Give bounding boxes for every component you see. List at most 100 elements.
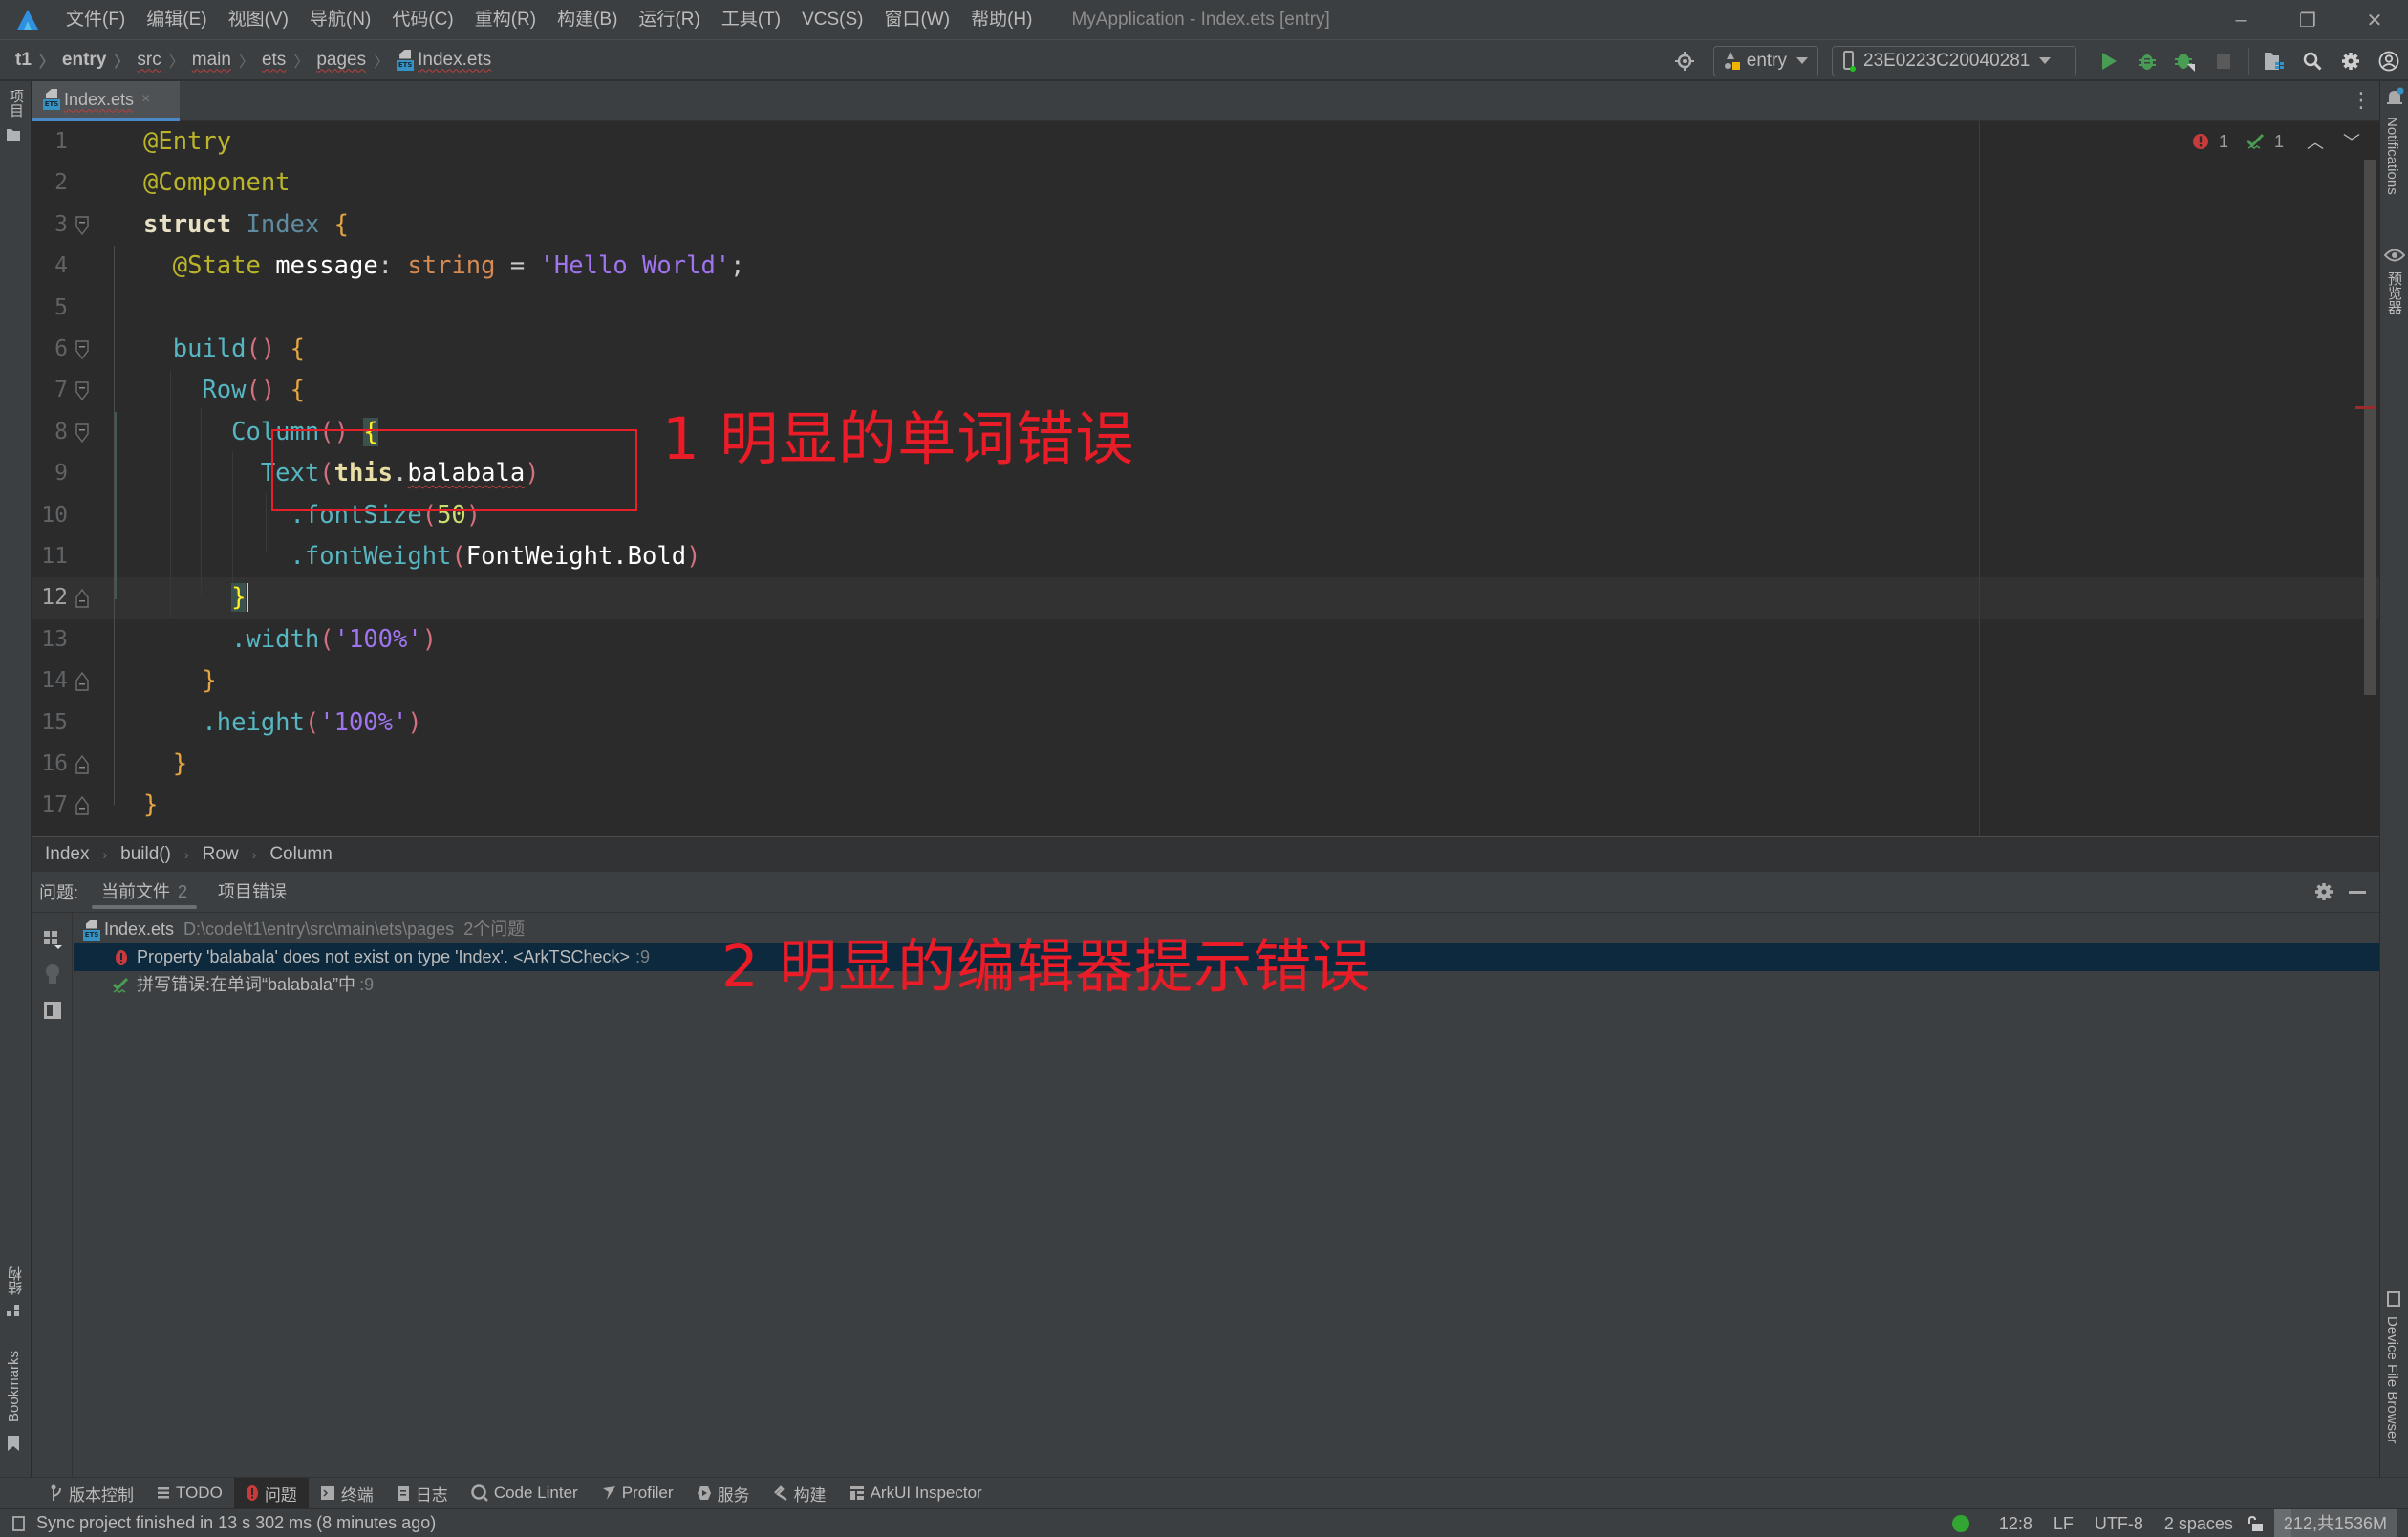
preview-toggle-icon[interactable] — [43, 1001, 62, 1020]
tool-window-problems[interactable]: 问题 — [233, 1477, 309, 1509]
fold-end-icon[interactable] — [75, 671, 90, 692]
code-line[interactable]: } — [143, 660, 216, 702]
device-selector[interactable]: 23E0223C20040281 — [1832, 45, 2076, 76]
code-line[interactable]: @Component — [143, 162, 290, 204]
tool-window-terminal[interactable]: 终端 — [309, 1478, 385, 1509]
inspection-widget[interactable]: 1 1 ︿ ﹀ — [2192, 129, 2360, 154]
breadcrumb-item[interactable]: t1 〉 — [15, 49, 62, 72]
fold-collapse-icon[interactable] — [75, 422, 90, 444]
account-button[interactable] — [2370, 40, 2408, 81]
indent-setting[interactable]: 2 spaces — [2154, 1514, 2244, 1534]
menu-tools[interactable]: 工具(T) — [711, 0, 791, 40]
editor-tab-index-ets[interactable]: ETS Index.ets × — [32, 81, 180, 121]
tool-window-log[interactable]: 日志 — [385, 1478, 460, 1509]
breadcrumb-item[interactable]: pages 〉 — [316, 49, 397, 72]
fold-end-icon[interactable] — [75, 795, 90, 816]
structure-crumb[interactable]: Row — [203, 844, 239, 865]
notifications-tool-button[interactable]: Notifications — [2384, 87, 2405, 195]
structure-crumb[interactable]: build() — [120, 844, 171, 865]
quick-fix-bulb-icon[interactable] — [43, 963, 62, 987]
tool-window-profiler[interactable]: Profiler — [590, 1478, 685, 1509]
problems-settings-icon[interactable] — [2314, 882, 2333, 906]
menu-vcs[interactable]: VCS(S) — [791, 0, 873, 40]
project-structure-button[interactable] — [2255, 40, 2293, 81]
code-line[interactable]: Row() { — [143, 370, 305, 411]
tool-window-code-linter[interactable]: Code Linter — [460, 1478, 590, 1509]
close-tab-icon[interactable]: × — [141, 91, 150, 108]
menu-build[interactable]: 构建(B) — [547, 0, 628, 40]
file-encoding[interactable]: UTF-8 — [2084, 1514, 2154, 1534]
previewer-tool-button[interactable]: 预览器 — [2383, 248, 2408, 314]
tab-current-file[interactable]: 当前文件 2 — [92, 872, 198, 913]
more-options-icon[interactable]: ⋮ — [2351, 87, 2372, 114]
search-button[interactable] — [2293, 40, 2332, 81]
fold-end-icon[interactable] — [75, 588, 90, 609]
code-line[interactable]: @State message: string = 'Hello World'; — [143, 246, 745, 287]
structure-crumb[interactable]: Column — [269, 844, 332, 865]
code-line[interactable]: } — [143, 744, 187, 785]
fold-collapse-icon[interactable] — [75, 380, 90, 401]
memory-indicator[interactable]: 212,共1536M — [2273, 1509, 2397, 1537]
connection-status-indicator[interactable] — [1951, 1515, 1969, 1532]
tool-window-todo[interactable]: TODO — [145, 1478, 234, 1509]
bookmarks-tool-button[interactable]: Bookmarks — [6, 1351, 22, 1452]
caret-position[interactable]: 12:8 — [1989, 1514, 2043, 1534]
fold-end-icon[interactable] — [75, 754, 90, 775]
code-line[interactable]: .fontWeight(FontWeight.Bold) — [143, 536, 701, 577]
tool-window-services[interactable]: 服务 — [685, 1478, 762, 1509]
line-separator[interactable]: LF — [2043, 1514, 2084, 1534]
breadcrumb-item[interactable]: entry 〉 — [62, 49, 137, 72]
breadcrumb-item[interactable]: main 〉 — [192, 49, 262, 72]
breadcrumb-item[interactable]: src 〉 — [137, 49, 191, 72]
menu-navigate[interactable]: 导航(N) — [299, 0, 381, 40]
breadcrumb-item[interactable]: ets 〉 — [262, 49, 316, 72]
status-message[interactable]: Sync project finished in 13 s 302 ms (8 … — [36, 1513, 436, 1533]
module-selector[interactable]: entry — [1712, 45, 1818, 76]
menu-help[interactable]: 帮助(H) — [960, 0, 1043, 40]
code-line[interactable]: } — [143, 577, 247, 618]
fold-collapse-icon[interactable] — [75, 215, 90, 236]
stop-button[interactable] — [2204, 40, 2243, 81]
menu-window[interactable]: 窗口(W) — [873, 0, 960, 40]
tool-window-vcs[interactable]: 版本控制 — [38, 1478, 145, 1509]
read-only-lock-icon[interactable] — [2247, 1515, 2265, 1532]
code-line[interactable]: } — [143, 785, 158, 826]
structure-crumb[interactable]: Index — [45, 844, 89, 865]
code-line[interactable]: .width('100%') — [143, 619, 437, 660]
tab-project-errors[interactable]: 项目错误 — [208, 872, 296, 913]
tool-window-arkui-inspector[interactable]: ArkUI Inspector — [838, 1478, 994, 1509]
menu-file[interactable]: 文件(F) — [55, 0, 136, 40]
menu-refactor[interactable]: 重构(R) — [464, 0, 547, 40]
menu-code[interactable]: 代码(C) — [381, 0, 463, 40]
breadcrumb-item[interactable]: ETS Index.ets — [397, 49, 491, 71]
device-file-browser-tool-button[interactable]: Device File Browser — [2384, 1290, 2408, 1443]
minimize-button[interactable]: – — [2207, 0, 2274, 40]
hide-panel-icon[interactable] — [2349, 891, 2366, 894]
menu-run[interactable]: 运行(R) — [628, 0, 710, 40]
vertical-scrollbar[interactable] — [2364, 160, 2376, 695]
fold-collapse-icon[interactable] — [75, 339, 90, 360]
run-button[interactable] — [2090, 40, 2128, 81]
settings-button[interactable] — [2332, 40, 2370, 81]
menu-edit[interactable]: 编辑(E) — [136, 0, 217, 40]
tool-window-build[interactable]: 构建 — [762, 1478, 838, 1509]
code-line[interactable]: .height('100%') — [143, 703, 421, 744]
error-stripe-marker[interactable] — [2355, 406, 2376, 409]
locate-icon[interactable] — [1666, 40, 1704, 81]
previous-highlight-icon[interactable]: ︿ — [2307, 129, 2324, 154]
close-window-button[interactable]: ✕ — [2341, 0, 2408, 40]
group-by-icon[interactable] — [41, 928, 64, 951]
status-toggle-icon[interactable] — [11, 1515, 27, 1532]
problems-file-row[interactable]: ETS Index.ets D:\code\t1\entry\src\main\… — [74, 916, 525, 943]
problem-item-typo[interactable]: 拼写错误:在单词“balabala”中 :9 — [74, 971, 374, 999]
next-highlight-icon[interactable]: ﹀ — [2343, 129, 2360, 154]
attach-debugger-button[interactable] — [2166, 40, 2204, 81]
code-editor[interactable]: 1 2 3 4 5 6 7 8 9 10 11 12 13 14 15 16 17 @Entry @Compone… — [32, 121, 2379, 836]
code-line[interactable]: @Entry — [143, 121, 231, 162]
close-icon: ✕ — [2366, 10, 2383, 32]
code-line[interactable]: build() { — [143, 329, 305, 370]
restore-button[interactable]: ❐ — [2274, 0, 2341, 40]
debug-button[interactable] — [2128, 40, 2166, 81]
code-line[interactable]: struct Index { — [143, 205, 349, 246]
menu-view[interactable]: 视图(V) — [218, 0, 299, 40]
